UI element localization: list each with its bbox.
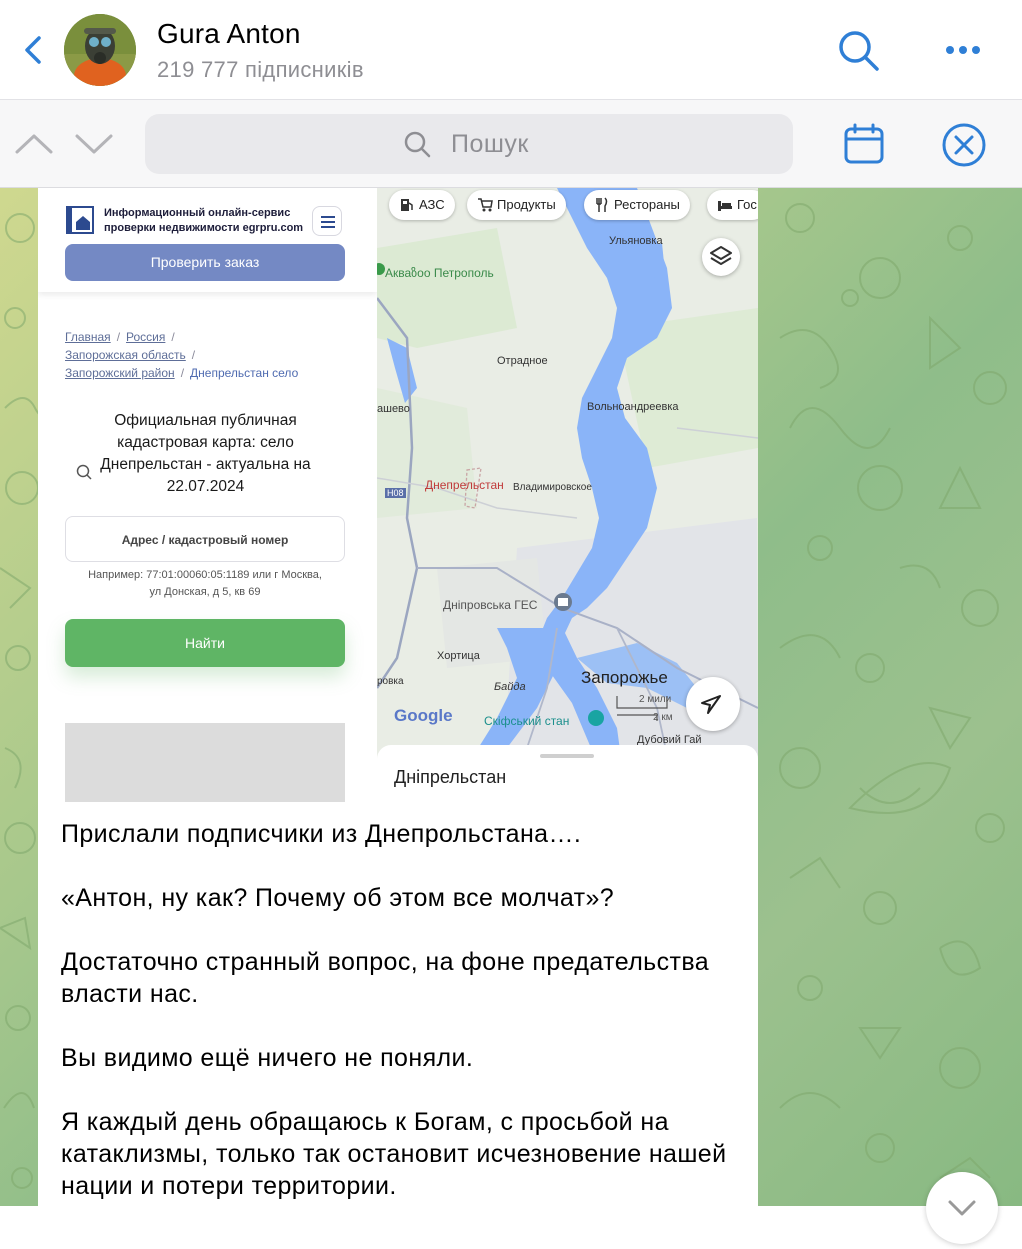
chevron-up-icon (15, 134, 53, 154)
map-label-akvazoo: Акваზоо Петрополь (385, 266, 494, 280)
previous-result-button[interactable] (12, 128, 56, 160)
map-label-ulyanovka: Ульяновка (609, 235, 663, 247)
chip-hotels-label: Гос (737, 197, 757, 212)
calendar-icon (844, 123, 884, 164)
photo-egrpru-site[interactable]: Информационный онлайн-сервис проверки не… (38, 188, 377, 802)
map-label-zaporozhye: Запорожье (581, 668, 668, 687)
close-search-button[interactable] (941, 122, 987, 168)
map-label-vladimirovskoe: Владимировское (513, 482, 592, 493)
message-paragraph: Вы видимо ещё ничего не поняли. (61, 1044, 474, 1072)
chip-restaurants[interactable]: Рестораны (584, 190, 690, 220)
more-dots-icon (946, 46, 980, 54)
map-label-bayda: Байда (494, 681, 526, 693)
hamburger-icon (321, 216, 335, 228)
chip-restaurants-label: Рестораны (614, 197, 680, 212)
my-location-button[interactable] (686, 677, 740, 731)
chip-gas-station-label: АЗС (419, 197, 445, 212)
find-button[interactable]: Найти (65, 619, 345, 667)
google-logo: Google (394, 706, 453, 725)
chip-groceries-label: Продукты (497, 197, 556, 212)
site-name: Информационный онлайн-сервис проверки не… (104, 207, 304, 234)
search-icon (839, 31, 879, 71)
search-field[interactable] (145, 114, 793, 174)
scroll-down-button[interactable] (926, 1172, 998, 1244)
example-hint: Например: 77:01:00060:05:1189 или г Моск… (88, 569, 322, 598)
photo-map[interactable]: АЗС Продукты Рестораны Гос Ульяновка Акв… (377, 188, 758, 802)
breadcrumb-current: Днепрельстан село (190, 366, 299, 380)
site-menu-button[interactable] (312, 206, 342, 236)
chevron-down-icon (948, 1200, 976, 1216)
chip-hotels[interactable]: Гос (707, 190, 758, 220)
breadcrumb-country[interactable]: Россия (126, 330, 165, 344)
map-label-shevo: ашево (377, 403, 410, 415)
calendar-button[interactable] (842, 122, 886, 166)
close-circle-icon (942, 123, 986, 167)
header-search-button[interactable] (834, 26, 884, 76)
layers-icon (710, 246, 732, 265)
map-label-khortytsa: Хортица (437, 650, 480, 662)
chat-header: Gura Anton 219 777 підписників (0, 0, 1022, 100)
breadcrumb-home[interactable]: Главная (65, 330, 111, 344)
breadcrumb-region[interactable]: Запорожская область (65, 348, 186, 362)
map-label-volnoandreevka: Вольноандреевка (587, 401, 679, 413)
cart-icon (478, 198, 493, 212)
map-scale-miles: 2 мили (639, 694, 672, 705)
map-label-road-h08: Н08 (385, 488, 406, 498)
house-logo-icon (66, 206, 94, 234)
channel-title[interactable]: Gura Anton (157, 18, 301, 50)
chip-groceries[interactable]: Продукты (467, 190, 566, 220)
search-input[interactable] (451, 126, 771, 162)
bed-icon (718, 201, 732, 211)
check-order-button[interactable]: Проверить заказ (65, 244, 345, 281)
more-button[interactable] (938, 30, 988, 70)
in-chat-search-bar (0, 100, 1022, 188)
placeholder-block (65, 723, 345, 802)
map-label-dneprelstan: Днепрельстан (425, 478, 504, 492)
map-label-dniprovska-ges: Дніпровська ГЕС (443, 598, 538, 612)
breadcrumb: Главная / Россия / Запорожская область / Зап… (65, 330, 299, 380)
fork-knife-icon (596, 197, 608, 212)
map-label-ovka: ровка (377, 676, 404, 687)
search-icon (404, 131, 431, 158)
message-paragraph: Достаточно странный вопрос, на фоне пред… (61, 948, 710, 1008)
address-input[interactable]: Адрес / кадастровый номер (65, 516, 345, 562)
chip-gas-station[interactable]: АЗС (389, 190, 455, 220)
page-heading: Официальная публичная кадастровая карта:… (100, 412, 311, 495)
chevron-down-icon (75, 134, 113, 154)
chevron-left-icon (25, 36, 41, 64)
sheet-handle[interactable] (540, 754, 594, 758)
map-scale-km: 2 км (653, 712, 673, 723)
subscriber-count: 219 777 підписників (157, 57, 364, 82)
sheet-title: Дніпрельстан (394, 767, 507, 787)
breadcrumb-district[interactable]: Запорожский район (65, 366, 175, 380)
next-result-button[interactable] (72, 128, 116, 160)
map-layers-button[interactable] (702, 238, 740, 276)
map-bottom-sheet[interactable]: Дніпрельстан (377, 745, 758, 802)
message-bubble[interactable]: Информационный онлайн-сервис проверки не… (38, 188, 758, 1206)
message-paragraph: Я каждый день обращаюсь к Богам, с прось… (61, 1108, 727, 1200)
message-paragraph: «Антон, ну как? Почему об этом все молча… (61, 884, 615, 912)
message-text: Прислали подписчики из Днепрольстана…. «… (61, 818, 741, 1206)
navigation-arrow-icon (701, 695, 721, 714)
back-button[interactable] (14, 30, 54, 70)
map-label-otradnoe: Отрадное (497, 355, 548, 367)
map-label-skifskiy: Скіфський стан (484, 714, 570, 728)
search-icon (76, 464, 92, 480)
channel-avatar[interactable] (64, 14, 136, 86)
message-paragraph: Прислали подписчики из Днепрольстана…. (61, 820, 582, 848)
fuel-icon (401, 199, 413, 211)
site-header: Информационный онлайн-сервис проверки не… (38, 188, 377, 292)
